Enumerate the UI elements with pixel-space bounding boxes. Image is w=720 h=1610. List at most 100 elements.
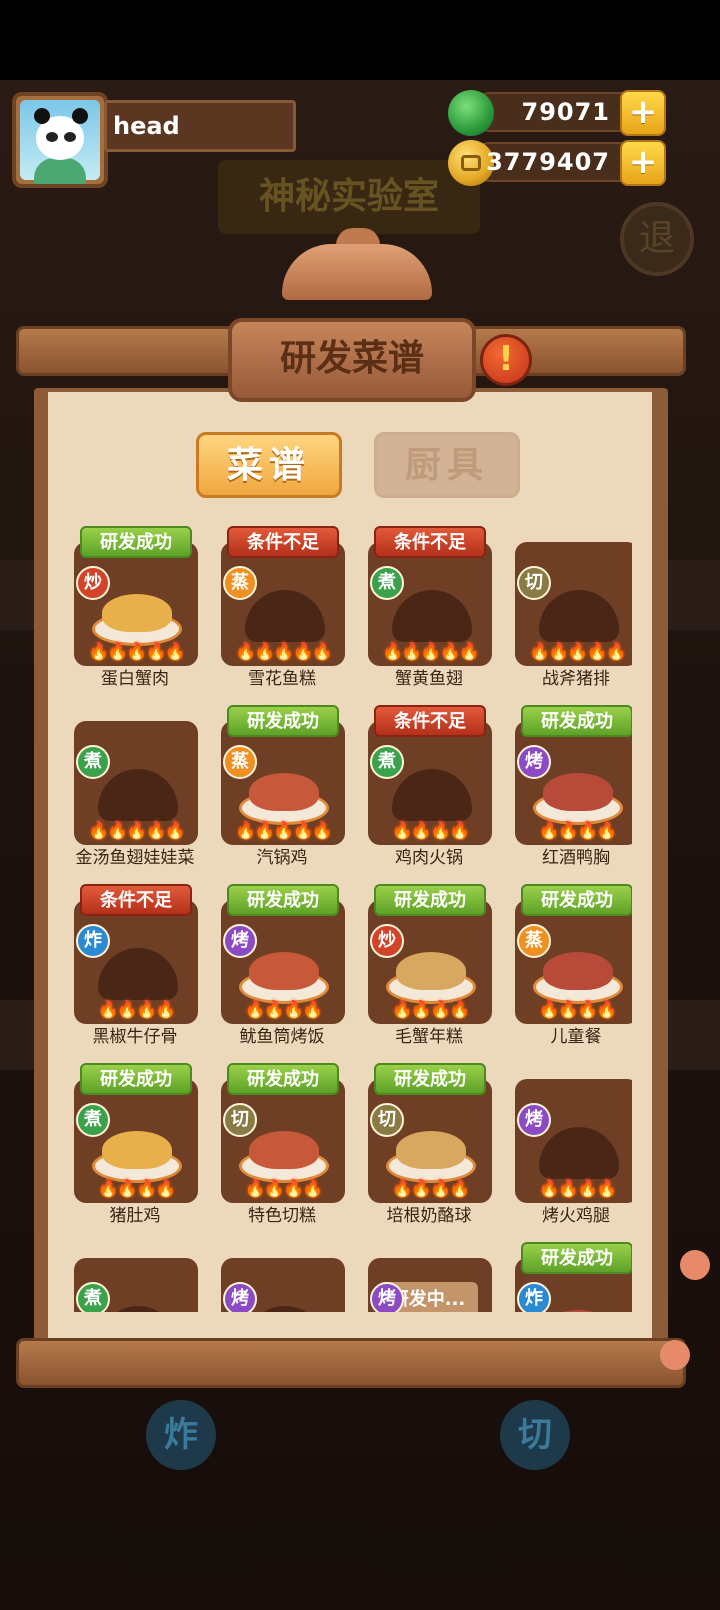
recipe-name: 鱿鱼筒烤饭 [239, 1027, 325, 1047]
recipe-image-frame: 🔥🔥🔥🔥🔥 [221, 721, 345, 845]
difficulty-flames: 🔥🔥🔥🔥 [244, 1000, 324, 1020]
recipe-card[interactable]: 🔥🔥🔥🔥🔥 切战斧猪排 [513, 522, 632, 698]
dish-food-icon [543, 1310, 613, 1312]
recipe-card[interactable]: 🔥🔥🔥🔥 煮 条件不足 鸡肉火锅 [366, 701, 496, 877]
difficulty-flames: 🔥🔥🔥🔥🔥 [88, 821, 186, 841]
flower-decoration [680, 1250, 710, 1280]
difficulty-flames: 🔥🔥🔥🔥🔥 [235, 821, 333, 841]
difficulty-flames: 🔥🔥🔥🔥 [244, 1179, 324, 1199]
dish-food-icon [249, 1131, 319, 1169]
cook-method-badge: 炒 [370, 924, 404, 958]
add-gems-button[interactable]: + [620, 90, 666, 136]
recipe-card[interactable]: 炸 研发成功 [513, 1238, 632, 1312]
difficulty-flames: 🔥🔥🔥🔥 [391, 821, 471, 841]
cook-method-badge: 蒸 [223, 745, 257, 779]
insufficient-ribbon: 条件不足 [227, 526, 339, 558]
recipe-card[interactable]: 煮 [72, 1238, 202, 1312]
cook-method-badge: 煮 [370, 566, 404, 600]
recipe-image-frame: 🔥🔥🔥🔥 [368, 1079, 492, 1203]
dish-silhouette-icon [539, 590, 619, 642]
recipe-card[interactable]: 🔥🔥🔥🔥 切 研发成功 培根奶酪球 [366, 1059, 496, 1235]
difficulty-flames: 🔥🔥🔥🔥🔥 [529, 642, 627, 662]
recipe-image-frame: 🔥🔥🔥🔥 [515, 900, 632, 1024]
success-ribbon: 研发成功 [521, 1242, 632, 1274]
recipe-image-frame: 🔥🔥🔥🔥 [368, 721, 492, 845]
success-ribbon: 研发成功 [374, 1063, 486, 1095]
dish-food-icon [102, 1131, 172, 1169]
avatar[interactable] [12, 92, 108, 188]
recipe-card[interactable]: 🔥🔥🔥🔥 炸 条件不足 黑椒牛仔骨 [72, 880, 202, 1056]
recipe-image-frame: 🔥🔥🔥🔥 [74, 1079, 198, 1203]
recipe-name: 特色切糕 [248, 1206, 316, 1226]
recipe-image-frame: 🔥🔥🔥🔥 [515, 1079, 632, 1203]
exit-button[interactable]: 退 [620, 202, 694, 276]
recipe-card[interactable]: 🔥🔥🔥🔥🔥 蒸 条件不足 雪花鱼糕 [219, 522, 349, 698]
recipe-card[interactable]: 🔥🔥🔥🔥🔥 煮 条件不足 蟹黄鱼翅 [366, 522, 496, 698]
tab-utensils[interactable]: 厨具 [374, 432, 520, 498]
recipe-card[interactable]: 🔥🔥🔥🔥🔥 蒸 研发成功 汽锅鸡 [219, 701, 349, 877]
recipe-name: 毛蟹年糕 [395, 1027, 463, 1047]
success-ribbon: 研发成功 [80, 1063, 192, 1095]
lab-title: 神秘实验室 [218, 160, 480, 234]
success-ribbon: 研发成功 [374, 884, 486, 916]
status-bar [0, 0, 720, 80]
coin-value: 3779407 [486, 148, 610, 176]
recipe-image-frame: 🔥🔥🔥🔥🔥 [515, 542, 632, 666]
difficulty-flames: 🔥🔥🔥🔥 [538, 1179, 618, 1199]
dish-silhouette-icon [392, 590, 472, 642]
dish-food-icon [543, 773, 613, 811]
difficulty-flames: 🔥🔥🔥🔥 [391, 1000, 471, 1020]
cook-method-badge: 蒸 [223, 566, 257, 600]
dish-silhouette-icon [98, 1306, 178, 1312]
cook-method-badge: 烤 [370, 1282, 404, 1312]
recipe-card[interactable]: 🔥🔥🔥🔥 烤 研发成功 鱿鱼筒烤饭 [219, 880, 349, 1056]
cook-method-badge: 烤 [223, 924, 257, 958]
recipe-card[interactable]: 🔥🔥🔥🔥 烤 研发成功 红酒鸭胸 [513, 701, 632, 877]
cook-method-badge: 煮 [76, 1282, 110, 1312]
recipe-card[interactable]: 🔥🔥🔥🔥 切 研发成功 特色切糕 [219, 1059, 349, 1235]
tab-recipes[interactable]: 菜谱 [196, 432, 342, 498]
recipe-card[interactable]: 🔥🔥🔥🔥 蒸 研发成功 儿童餐 [513, 880, 632, 1056]
dish-silhouette-icon [98, 948, 178, 1000]
recipe-image-frame: 🔥🔥🔥🔥 [221, 1079, 345, 1203]
difficulty-flames: 🔥🔥🔥🔥 [391, 1179, 471, 1199]
dish-silhouette-icon [245, 1306, 325, 1312]
recipe-card[interactable]: 烤 [219, 1238, 349, 1312]
success-ribbon: 研发成功 [80, 526, 192, 558]
recipe-card[interactable]: 🔥🔥🔥🔥 烤烤火鸡腿 [513, 1059, 632, 1235]
dish-food-icon [396, 1131, 466, 1169]
gem-counter: 79071 + [448, 90, 666, 136]
dish-food-icon [543, 952, 613, 990]
dish-food-icon [249, 773, 319, 811]
pot-lid-icon [282, 244, 432, 300]
gem-icon [448, 90, 494, 136]
recipe-image-frame: 🔥🔥🔥🔥🔥 [74, 542, 198, 666]
difficulty-flames: 🔥🔥🔥🔥 [538, 1000, 618, 1020]
dish-silhouette-icon [98, 769, 178, 821]
recipe-card[interactable]: 🔥🔥🔥🔥🔥 炒 研发成功 蛋白蟹肉 [72, 522, 202, 698]
cook-method-badge: 蒸 [517, 924, 551, 958]
recipe-card[interactable]: 🔥🔥🔥🔥 煮 研发成功 猪肚鸡 [72, 1059, 202, 1235]
cook-method-badge: 烤 [517, 745, 551, 779]
recipe-card[interactable]: 🔥🔥🔥🔥 炒 研发成功毛蟹年糕 [366, 880, 496, 1056]
difficulty-flames: 🔥🔥🔥🔥 [538, 821, 618, 841]
success-ribbon: 研发成功 [227, 705, 339, 737]
difficulty-flames: 🔥🔥🔥🔥 [97, 1000, 177, 1020]
recipe-image-frame: 🔥🔥🔥🔥🔥 [221, 542, 345, 666]
cook-method-badge: 炒 [76, 566, 110, 600]
cook-method-badge: 烤 [223, 1282, 257, 1312]
recipe-image-frame: 🔥🔥🔥🔥🔥 [368, 542, 492, 666]
info-button[interactable]: ! [480, 334, 532, 386]
recipe-name: 战斧猪排 [542, 669, 610, 689]
recipe-name: 培根奶酪球 [386, 1206, 472, 1226]
add-coins-button[interactable]: + [620, 140, 666, 186]
difficulty-flames: 🔥🔥🔥🔥🔥 [382, 642, 480, 662]
player-name: head [104, 100, 296, 152]
recipe-card[interactable]: 🔥🔥🔥🔥🔥 煮金汤鱼翅娃娃菜 [72, 701, 202, 877]
recipe-card[interactable]: 研发中... 烤 [366, 1238, 496, 1312]
recipe-name: 烤火鸡腿 [542, 1206, 610, 1226]
recipe-image-frame: 🔥🔥🔥🔥 [368, 900, 492, 1024]
success-ribbon: 研发成功 [521, 884, 632, 916]
recipe-name: 鸡肉火锅 [395, 848, 463, 868]
flower-decoration [660, 1340, 690, 1370]
